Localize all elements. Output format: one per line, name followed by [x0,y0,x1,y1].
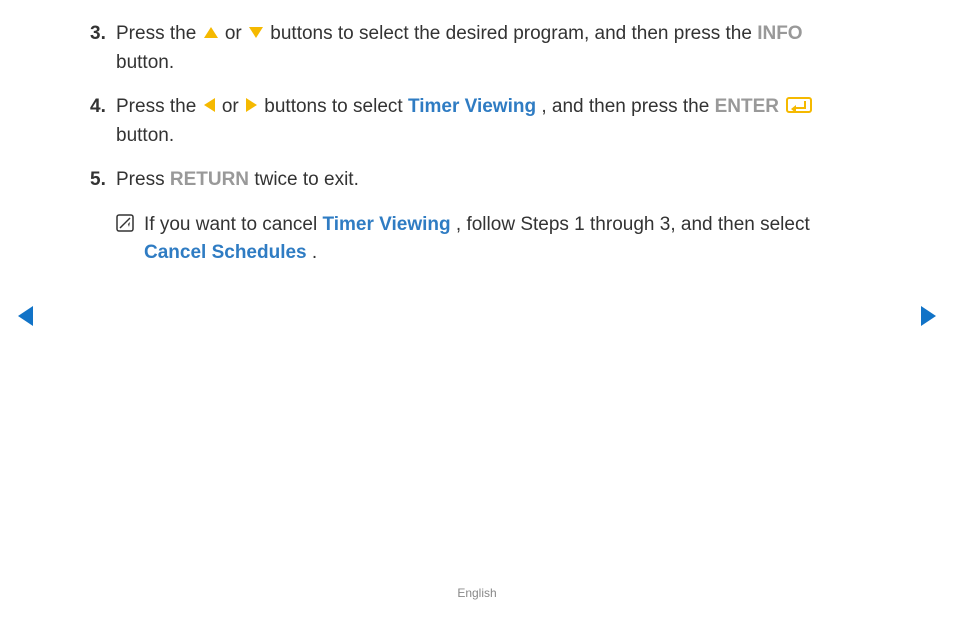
up-arrow-icon [204,27,218,38]
prev-page-button[interactable] [18,306,33,326]
cancel-schedules-label: Cancel Schedules [144,242,307,263]
step-5: 5. Press RETURN twice to exit. [90,166,864,195]
text: Press the [116,23,202,44]
footer-language: English [0,586,954,600]
right-arrow-icon [246,98,257,112]
text: . [312,242,317,263]
note-body: If you want to cancel Timer Viewing , fo… [144,211,864,268]
note: If you want to cancel Timer Viewing , fo… [116,211,864,268]
text: Press the [116,96,202,117]
text: or [225,23,247,44]
step-number: 4. [90,93,116,150]
instruction-content: 3. Press the or buttons to select the de… [0,0,954,268]
text: twice to exit. [254,169,359,190]
text: or [222,96,244,117]
left-arrow-icon [204,98,215,112]
next-page-button[interactable] [921,306,936,326]
note-icon [116,211,144,268]
step-number: 5. [90,166,116,195]
enter-icon [786,97,812,113]
timer-viewing-label: Timer Viewing [408,96,536,117]
text: , follow Steps 1 through 3, and then sel… [456,214,810,235]
timer-viewing-label: Timer Viewing [323,214,451,235]
steps-list: 3. Press the or buttons to select the de… [90,20,864,195]
text: buttons to select the desired program, a… [270,23,757,44]
text: Press [116,169,170,190]
text: button. [116,52,174,73]
down-arrow-icon [249,27,263,38]
text: button. [116,125,174,146]
step-body: Press the or buttons to select the desir… [116,20,864,77]
step-4: 4. Press the or buttons to select Timer … [90,93,864,150]
return-button-label: RETURN [170,169,249,190]
text: , and then press the [541,96,714,117]
step-3: 3. Press the or buttons to select the de… [90,20,864,77]
info-button-label: INFO [757,23,802,44]
step-body: Press the or buttons to select Timer Vie… [116,93,864,150]
enter-button-label: ENTER [715,96,779,117]
step-number: 3. [90,20,116,77]
text: buttons to select [264,96,408,117]
step-body: Press RETURN twice to exit. [116,166,864,195]
text: If you want to cancel [144,214,323,235]
